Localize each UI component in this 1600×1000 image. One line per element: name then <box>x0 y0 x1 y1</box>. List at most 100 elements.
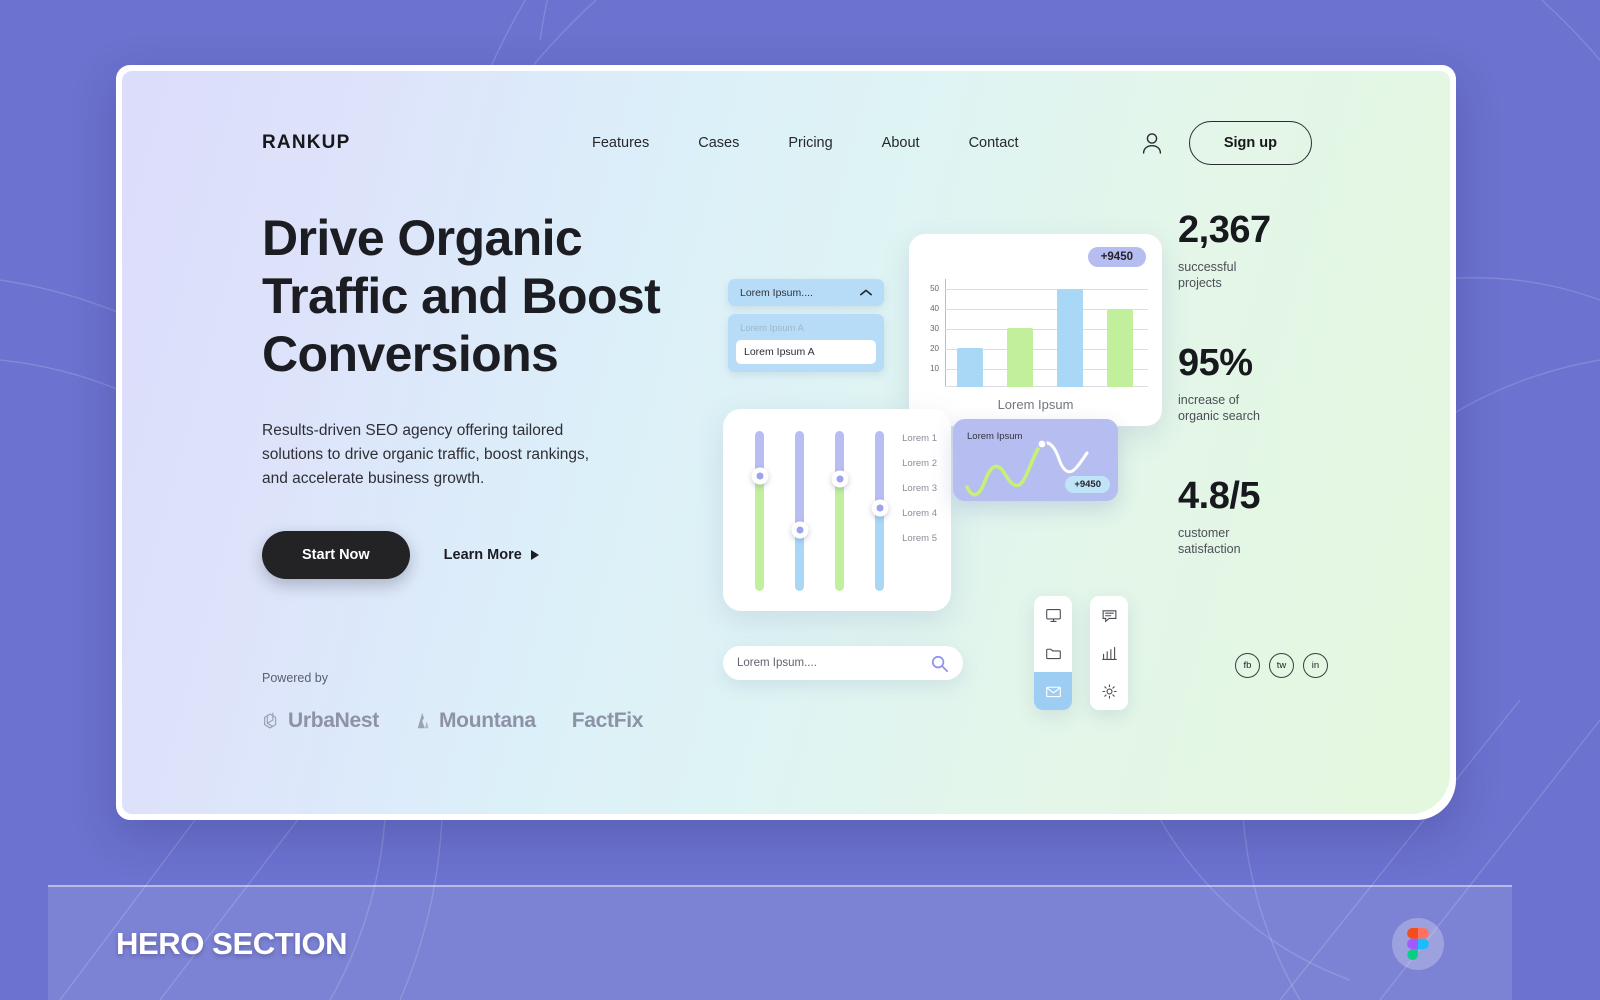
figma-glyph <box>1407 927 1429 960</box>
envelope-icon[interactable] <box>1034 672 1072 710</box>
stat-satisfaction: 4.8/5 customer satisfaction <box>1178 474 1328 558</box>
slider-2[interactable] <box>791 431 808 591</box>
social-twitter[interactable]: tw <box>1269 653 1294 678</box>
y-tick-50: 50 <box>930 284 939 293</box>
slider-label-2: Lorem 2 <box>902 458 937 469</box>
slider-label-1: Lorem 1 <box>902 433 937 444</box>
hero-section: RANKUP Features Cases Pricing About Cont… <box>122 71 1450 814</box>
start-now-button[interactable]: Start Now <box>262 531 410 579</box>
bar-3 <box>1057 289 1083 387</box>
slider-2-lower-track <box>795 530 804 591</box>
bar-chart-icon[interactable] <box>1090 634 1128 672</box>
mountain-icon <box>417 712 429 729</box>
stat-satisfaction-value: 4.8/5 <box>1178 474 1261 517</box>
powered-by-label: Powered by <box>262 671 329 685</box>
slider-3[interactable] <box>831 431 848 591</box>
lorem-dropdown[interactable]: Lorem Ipsum.... Lorem Ipsum A Lorem Ipsu… <box>728 279 884 372</box>
gridline-50 <box>945 289 1148 290</box>
user-icon[interactable] <box>1137 128 1167 158</box>
bar-chart-card: +9450 50 40 30 20 10 Lorem Ipsum <box>909 234 1162 426</box>
slider-3-handle[interactable] <box>831 470 848 488</box>
slider-4-lower-track <box>875 508 884 591</box>
stat-organic-search-value: 95% <box>1178 341 1253 384</box>
search-icon[interactable] <box>930 654 949 673</box>
dropdown-option-0[interactable]: Lorem Ipsum A <box>736 321 876 340</box>
slider-1[interactable] <box>751 431 768 591</box>
chat-icon[interactable] <box>1090 596 1128 634</box>
y-axis-line <box>945 279 946 387</box>
icon-dock-right <box>1090 596 1128 710</box>
brand-logo[interactable]: RANKUP <box>262 132 350 154</box>
social-links: fb tw in <box>1235 653 1328 678</box>
hero-mockup-frame: RANKUP Features Cases Pricing About Cont… <box>116 65 1456 820</box>
stat-satisfaction-label: customer satisfaction <box>1178 525 1241 557</box>
dropdown-options: Lorem Ipsum A Lorem Ipsum A <box>728 314 884 372</box>
bar-chart-plot: 50 40 30 20 10 <box>923 279 1148 387</box>
stat-projects-label: successful projects <box>1178 259 1237 291</box>
stat-projects: 2,367 successful projects <box>1178 209 1328 292</box>
nav-link-cases[interactable]: Cases <box>698 135 739 151</box>
line-chart-marker <box>1037 438 1048 449</box>
y-tick-20: 20 <box>930 344 939 353</box>
stat-organic-search: 95% increase of organic search <box>1178 341 1328 425</box>
y-tick-30: 30 <box>930 324 939 333</box>
sliders-card: Lorem 1 Lorem 2 Lorem 3 Lorem 4 Lorem 5 <box>723 409 951 611</box>
hero-subtext: Results-driven SEO agency offering tailo… <box>262 422 590 488</box>
bar-2 <box>1007 328 1033 387</box>
nav-link-features[interactable]: Features <box>592 135 649 151</box>
partner-logos: UrbaNest Mountana FactFix <box>260 709 643 733</box>
signup-button[interactable]: Sign up <box>1188 121 1312 165</box>
bar-4 <box>1107 309 1133 387</box>
stat-projects-value: 2,367 <box>1178 209 1271 251</box>
dropdown-header[interactable]: Lorem Ipsum.... <box>728 279 884 306</box>
figma-logo-icon[interactable] <box>1392 917 1444 970</box>
nav-actions: Sign up <box>1137 121 1312 165</box>
slider-1-handle[interactable] <box>751 467 768 485</box>
partner-urbanest[interactable]: UrbaNest <box>260 709 379 733</box>
social-facebook[interactable]: fb <box>1235 653 1260 678</box>
stat-organic-search-label: increase of organic search <box>1178 392 1260 424</box>
slider-label-3: Lorem 3 <box>902 483 937 494</box>
search-input[interactable] <box>737 657 930 669</box>
folder-icon[interactable] <box>1034 634 1072 672</box>
nav-links: Features Cases Pricing About Contact <box>592 135 1019 151</box>
slider-2-upper-track <box>795 431 804 530</box>
nav-link-about[interactable]: About <box>882 135 920 151</box>
bar-chart-badge: +9450 <box>1087 247 1146 267</box>
slider-1-lower-track <box>755 476 764 591</box>
partner-urbanest-label: UrbaNest <box>288 709 379 732</box>
slider-4-handle[interactable] <box>871 499 888 517</box>
slider-label-4: Lorem 4 <box>902 508 937 519</box>
monitor-icon[interactable] <box>1034 596 1072 634</box>
search-bar[interactable] <box>723 646 963 680</box>
partner-mountana-label: Mountana <box>438 709 536 732</box>
slider-3-lower-track <box>835 479 844 591</box>
slider-label-5: Lorem 5 <box>902 533 937 544</box>
partner-factfix[interactable]: FactFix <box>572 709 644 733</box>
partner-mountana[interactable]: Mountana <box>415 709 536 733</box>
banner-title: HERO SECTION <box>116 925 348 961</box>
social-linkedin[interactable]: in <box>1303 653 1328 678</box>
top-navigation: RANKUP Features Cases Pricing About Cont… <box>122 115 1450 171</box>
line-chart-badge: +9450 <box>1065 476 1110 493</box>
icon-dock-left <box>1034 596 1072 710</box>
y-tick-40: 40 <box>930 304 939 313</box>
chevron-up-icon <box>860 289 872 296</box>
cta-row: Start Now Learn More <box>262 531 539 579</box>
bar-chart-caption: Lorem Ipsum <box>997 397 1074 412</box>
nav-link-contact[interactable]: Contact <box>969 135 1019 151</box>
dropdown-option-1[interactable]: Lorem Ipsum A <box>736 340 876 364</box>
play-triangle-icon <box>530 550 539 560</box>
slider-4[interactable] <box>871 431 888 591</box>
bottom-banner: HERO SECTION <box>48 885 1512 1000</box>
bar-1 <box>957 348 983 387</box>
line-chart-card: Lorem Ipsum +9450 <box>953 419 1118 501</box>
slider-2-handle[interactable] <box>791 521 808 539</box>
slider-tick-labels: Lorem 1 Lorem 2 Lorem 3 Lorem 4 Lorem 5 <box>902 433 937 544</box>
slider-4-upper-track <box>875 431 884 508</box>
gear-icon[interactable] <box>1090 672 1128 710</box>
learn-more-link[interactable]: Learn More <box>444 547 539 563</box>
dropdown-selected-value: Lorem Ipsum.... <box>740 286 813 299</box>
page-title: Drive Organic Traffic and Boost Conversi… <box>262 210 661 382</box>
nav-link-pricing[interactable]: Pricing <box>788 135 832 151</box>
